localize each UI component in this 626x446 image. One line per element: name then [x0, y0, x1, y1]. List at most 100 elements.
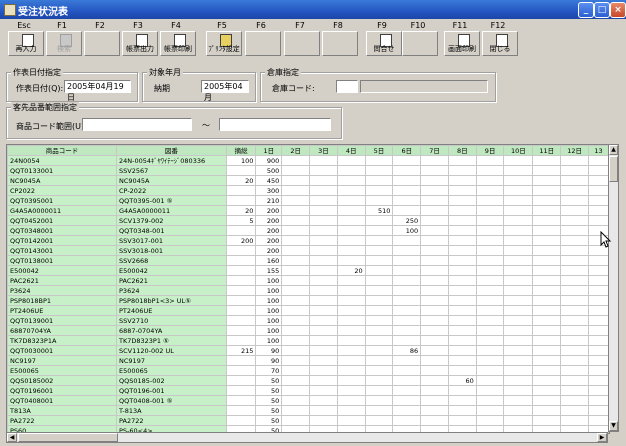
table-row[interactable]: QQS0185002 QQS0185-002 50 60 — [7, 375, 609, 386]
warehouse-code-field[interactable] — [336, 80, 358, 93]
quantity-cell: 500 — [255, 165, 283, 176]
scroll-right-button[interactable]: ▶ — [597, 433, 607, 442]
table-row[interactable]: QQT0408001 QQT0408-001 ⑤ 50 — [7, 395, 609, 406]
order-grid[interactable]: 商品コード 図番 摘総 1日 2日 3日 4日 5日 6日 7日 8日 9日 10日 11日 12日 13 2… — [6, 144, 610, 434]
fkey-button-f6[interactable] — [245, 31, 281, 56]
table-row[interactable]: E500065 E500065 70 — [7, 365, 609, 376]
table-row[interactable]: QQT0452001 SCV1379-002 5 200 250 — [7, 215, 609, 226]
fkey-button-f10[interactable] — [402, 31, 438, 56]
drawing-number-cell: QQT0395-001 ⑤ — [116, 195, 227, 206]
column-header[interactable]: 図番 — [116, 145, 227, 156]
maximize-button[interactable]: □ — [594, 2, 610, 18]
product-code-cell: G4A5A0000011 — [7, 205, 118, 216]
quantity-cell — [503, 235, 534, 246]
quantity-cell: 100 — [255, 325, 283, 336]
fkey-button-f3[interactable]: 帳票出力 — [122, 31, 158, 56]
quantity-cell — [532, 395, 562, 406]
fkey-button-f5[interactable]: ﾌﾟﾘﾝﾀ設定 — [206, 31, 242, 56]
quantity-cell: 200 — [255, 235, 283, 246]
drawing-number-cell: SCV1379-002 — [116, 215, 227, 226]
column-header[interactable]: 3日 — [309, 145, 338, 156]
close-window-button[interactable]: × — [610, 2, 626, 18]
fkey-button-f2[interactable] — [84, 31, 120, 56]
vertical-scrollbar[interactable]: ▲ ▼ — [608, 144, 619, 432]
fkey-button-f9[interactable]: 問合せ — [366, 31, 402, 56]
table-row[interactable]: 68870704YA 6887-0704YA 100 — [7, 325, 609, 336]
quantity-cell — [336, 235, 366, 246]
column-header[interactable]: 10日 — [503, 145, 534, 156]
table-row[interactable]: TK7D8323P1A TK7D8323P1 ⑤ 100 — [7, 335, 609, 346]
table-row[interactable]: QQT0143001 SSV3018-001 200 — [7, 245, 609, 256]
column-header[interactable]: 13 — [588, 145, 609, 156]
range-to-field[interactable] — [219, 118, 331, 131]
quantity-cell — [336, 225, 366, 236]
fkey-button-f4[interactable]: 帳票印刷 — [160, 31, 196, 56]
quantity-cell — [336, 175, 366, 186]
table-row[interactable]: QQT0030001 SCV1120-002 UL 215 90 86 — [7, 345, 609, 356]
column-header[interactable]: 8日 — [447, 145, 477, 156]
table-row[interactable]: P3624 P3624 100 — [7, 285, 609, 296]
quantity-cell — [447, 305, 477, 316]
quantity-cell: 20 — [336, 265, 366, 276]
fkey-button-f11[interactable]: 画面印刷 — [444, 31, 480, 56]
quantity-cell — [560, 415, 589, 426]
table-row[interactable]: QQT0142001 SSV3017-001 200 200 — [7, 235, 609, 246]
fkey-button-f8[interactable] — [322, 31, 358, 56]
fkey-button-f7[interactable] — [284, 31, 320, 56]
quantity-cell — [364, 365, 394, 376]
table-row[interactable]: PSP8018BP1 PSP8018bP1<3> UL⑤ 100 — [7, 295, 609, 306]
scroll-left-button[interactable]: ◀ — [7, 433, 17, 442]
table-row[interactable]: NC9045A NC9045A 20 450 — [7, 175, 609, 186]
quantity-cell — [588, 275, 609, 286]
quantity-cell — [336, 165, 366, 176]
range-from-field[interactable] — [82, 118, 192, 131]
table-row[interactable]: T813A T-813A 50 — [7, 405, 609, 416]
column-header[interactable]: 4日 — [336, 145, 366, 156]
column-header[interactable]: 12日 — [560, 145, 589, 156]
column-header[interactable]: 9日 — [475, 145, 505, 156]
quantity-cell — [560, 185, 589, 196]
column-header[interactable]: 商品コード — [7, 145, 118, 156]
quantity-cell — [588, 345, 609, 356]
column-header[interactable]: 7日 — [420, 145, 449, 156]
date-field[interactable]: 2005年04月19日 — [64, 80, 131, 102]
quantity-cell — [475, 165, 505, 176]
horizontal-scroll-thumb[interactable] — [18, 433, 118, 442]
column-header[interactable]: 6日 — [392, 145, 422, 156]
quantity-cell — [336, 305, 366, 316]
target-month-field[interactable]: 2005年04月 — [201, 80, 249, 102]
table-row[interactable]: PT2406UE PT2406UE 100 — [7, 305, 609, 316]
scroll-up-button[interactable]: ▲ — [609, 145, 618, 155]
column-header[interactable]: 11日 — [532, 145, 562, 156]
table-row[interactable]: QQT0138001 SSV2668 160 — [7, 255, 609, 266]
table-row[interactable]: E500042 E500042 155 20 — [7, 265, 609, 276]
table-row[interactable]: G4A5A0000011 G4A5A0000011 20 200 510 — [7, 205, 609, 216]
column-header[interactable]: 摘総 — [225, 145, 257, 156]
horizontal-scrollbar[interactable]: ◀ ▶ — [6, 432, 608, 443]
table-row[interactable]: QQT0348001 QQT0348-001 200 100 — [7, 225, 609, 236]
fkey-button-esc[interactable]: 再入力 — [8, 31, 44, 56]
column-header[interactable]: 5日 — [364, 145, 394, 156]
table-row[interactable]: CP2022 CP-2022 300 — [7, 185, 609, 196]
table-row[interactable]: QQT0133001 SSV2567 500 — [7, 165, 609, 176]
table-row[interactable]: QQT0139001 SSV2710 100 — [7, 315, 609, 326]
table-row[interactable]: NC9197 NC9197 90 — [7, 355, 609, 366]
quantity-cell — [475, 325, 505, 336]
vertical-scroll-thumb[interactable] — [609, 156, 618, 182]
scroll-down-button[interactable]: ▼ — [609, 421, 618, 431]
quantity-cell — [225, 315, 257, 326]
minimize-button[interactable]: _ — [578, 2, 594, 18]
fkey-button-f12[interactable]: 閉じる — [482, 31, 518, 56]
drawing-number-cell: PT2406UE — [116, 305, 227, 316]
table-row[interactable]: QQT0395001 QQT0395-001 ⑤ 210 — [7, 195, 609, 206]
table-row[interactable]: QQT0196001 QQT0196-001 50 — [7, 385, 609, 396]
column-header[interactable]: 1日 — [255, 145, 283, 156]
column-header[interactable]: 2日 — [281, 145, 311, 156]
quantity-cell — [447, 205, 477, 216]
table-row[interactable]: 24N0054 24N-0054ｷﾞﾔﾜｲﾃｰｼﾞ080336 100 900 — [7, 155, 609, 166]
quantity-cell — [475, 405, 505, 416]
table-row[interactable]: PAC2621 PAC2621 100 — [7, 275, 609, 286]
fkey-button-f1[interactable]: 検索 — [46, 31, 82, 56]
drawing-number-cell: T-813A — [116, 405, 227, 416]
table-row[interactable]: PA2722 PA2722 50 — [7, 415, 609, 426]
